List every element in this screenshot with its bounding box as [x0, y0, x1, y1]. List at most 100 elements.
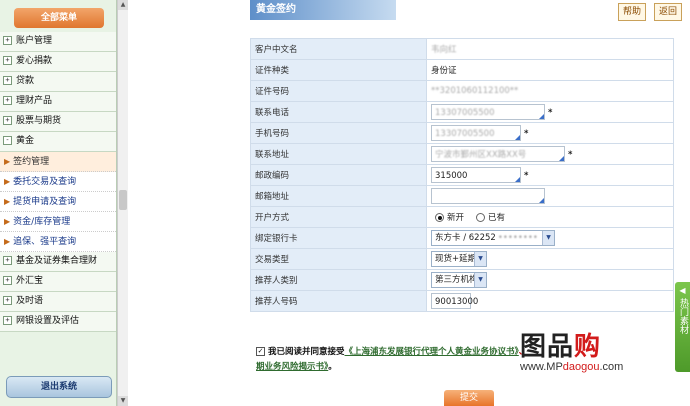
logout-button[interactable]: 退出系统	[6, 376, 112, 398]
address-input[interactable]: 宁波市鄞州区XX路XX号	[431, 146, 565, 162]
plus-icon: +	[3, 256, 12, 265]
address-text: 宁波市鄞州区XX路XX号	[435, 150, 527, 160]
zip-input[interactable]: 315000	[431, 167, 521, 183]
field-label: 开户方式	[250, 206, 427, 228]
sidebar-subitem-funds[interactable]: ▶ 资金/库存管理	[0, 212, 116, 232]
mobile-cell: 13307005500 *	[426, 122, 674, 144]
account-mode-cell: 新开 已有	[426, 206, 674, 228]
help-button[interactable]: 帮助	[618, 3, 646, 21]
sidebar-item-label: 账户管理	[16, 36, 53, 46]
watermark-logo: 图品购 www.MPdaogou.com	[520, 326, 680, 386]
mobile-input[interactable]: 13307005500	[431, 125, 521, 141]
table-row: 手机号码 13307005500 *	[250, 122, 674, 144]
plus-icon: +	[3, 76, 12, 85]
table-row: 联系电话 13307005500 *	[250, 101, 674, 123]
sidebar-item-fund[interactable]: + 基金及证券集合理财	[0, 252, 116, 272]
email-cell	[426, 185, 674, 207]
sidebar-subitem-trade[interactable]: ▶ 委托交易及查询	[0, 172, 116, 192]
minus-icon: -	[3, 136, 12, 145]
sidebar-menu: 全部菜单 + 账户管理 + 爱心捐款 + 贷款 + 理财产品 + 股票与期货 - 黄金 ▶ 签…	[0, 0, 117, 406]
table-row: 邮箱地址	[250, 185, 674, 207]
menu-list: + 账户管理 + 爱心捐款 + 贷款 + 理财产品 + 股票与期货 - 黄金 ▶ 签约管理 ▶…	[0, 32, 116, 332]
table-row: 推荐人号码 90013000	[250, 290, 674, 312]
phone-cell: 13307005500 *	[426, 101, 674, 123]
table-row: 证件种类 身份证	[250, 59, 674, 81]
trade-type-text: 现货+延期	[435, 254, 477, 264]
sidebar-item-label: 外汇宝	[16, 276, 44, 286]
chevron-down-icon: ▼	[474, 273, 486, 287]
phone-input[interactable]: 13307005500	[431, 104, 545, 120]
table-row: 推荐人类别 第三方机构 ▼	[250, 269, 674, 291]
sidebar-item-im[interactable]: + 及时语	[0, 292, 116, 312]
field-label: 手机号码	[250, 122, 427, 144]
sidebar-item-label: 贷款	[16, 76, 35, 86]
trade-type-cell: 现货+延期 ▼	[426, 248, 674, 270]
table-row: 联系地址 宁波市鄞州区XX路XX号 *	[250, 143, 674, 165]
address-cell: 宁波市鄞州区XX路XX号 *	[426, 143, 674, 165]
arrow-right-icon: ▶	[4, 157, 11, 166]
page-title: 黄金签约	[250, 0, 396, 20]
sidebar-item-settings[interactable]: + 网银设置及评估	[0, 312, 116, 332]
bank-card-text: 东方卡 / 62252	[435, 233, 496, 243]
sidebar-item-stocks[interactable]: + 股票与期货	[0, 112, 116, 132]
watermark-url-b: daogou	[562, 361, 600, 373]
plus-icon: +	[3, 96, 12, 105]
field-label: 邮箱地址	[250, 185, 427, 207]
email-input[interactable]	[431, 188, 545, 204]
field-label: 交易类型	[250, 248, 427, 270]
watermark-logo-b: 购	[574, 332, 602, 362]
scroll-thumb[interactable]	[119, 190, 127, 210]
sidebar-scrollbar[interactable]: ▲ ▼	[117, 0, 128, 406]
sidebar-subitem-label: 委托交易及查询	[13, 177, 77, 187]
chevron-down-icon: ▼	[474, 252, 486, 266]
radio-existing-label: 已有	[488, 213, 506, 223]
sidebar-item-wealth[interactable]: + 理财产品	[0, 92, 116, 112]
plus-icon: +	[3, 316, 12, 325]
sidebar-item-label: 基金及证券集合理财	[16, 256, 98, 266]
sidebar-item-forex[interactable]: + 外汇宝	[0, 272, 116, 292]
sidebar-subitem-margin[interactable]: ▶ 追保、强平查询	[0, 232, 116, 252]
radio-new[interactable]	[435, 213, 444, 222]
sidebar-subitem-signing[interactable]: ▶ 签约管理	[0, 152, 116, 172]
agree-checkbox[interactable]: ✓	[256, 347, 265, 356]
scroll-down-icon[interactable]: ▼	[118, 396, 128, 406]
agreement-link-2[interactable]: 期业务风险揭示书》	[256, 362, 328, 372]
radio-existing[interactable]	[476, 213, 486, 222]
submit-button[interactable]: 提交	[444, 390, 494, 406]
sidebar-item-account[interactable]: + 账户管理	[0, 32, 116, 52]
menu-title[interactable]: 全部菜单	[14, 8, 104, 28]
customer-name-text: 韦向红	[431, 45, 457, 55]
trade-type-select[interactable]: 现货+延期 ▼	[431, 251, 487, 267]
sidebar-item-donation[interactable]: + 爱心捐款	[0, 52, 116, 72]
zip-cell: 315000 *	[426, 164, 674, 186]
plus-icon: +	[3, 276, 12, 285]
referrer-type-text: 第三方机构	[435, 275, 478, 285]
field-label: 推荐人类别	[250, 269, 427, 291]
agreement-link-1[interactable]: 《上海浦东发展银行代理个人黄金业务协议书》	[345, 347, 519, 357]
form-table: 客户中文名 韦向红 证件种类 身份证 证件号码 **3201060112100*…	[250, 38, 674, 312]
sidebar-item-loan[interactable]: + 贷款	[0, 72, 116, 92]
sidebar-item-label: 网银设置及评估	[16, 316, 80, 326]
radio-new-label: 新开	[447, 213, 465, 223]
field-label: 证件号码	[250, 80, 427, 102]
bank-card-select[interactable]: 东方卡 / 62252 •••••••• ▼	[431, 230, 555, 246]
sidebar-item-label: 及时语	[16, 296, 44, 306]
sidebar-item-gold[interactable]: - 黄金	[0, 132, 116, 152]
referrer-type-select[interactable]: 第三方机构 ▼	[431, 272, 487, 288]
back-button[interactable]: 返回	[654, 3, 682, 21]
referrer-number-input[interactable]: 90013000	[431, 293, 478, 309]
field-label: 绑定银行卡	[250, 227, 427, 249]
sidebar-subitem-delivery[interactable]: ▶ 提货申请及查询	[0, 192, 116, 212]
scroll-up-icon[interactable]: ▲	[118, 0, 128, 10]
sidebar-subitem-label: 资金/库存管理	[13, 217, 71, 227]
watermark-url-c: .com	[599, 361, 624, 373]
arrow-right-icon: ▶	[4, 237, 11, 246]
signing-form: 客户中文名 韦向红 证件种类 身份证 证件号码 **3201060112100*…	[250, 38, 674, 312]
mobile-text: 13307005500	[435, 129, 495, 139]
sidebar-item-label: 理财产品	[16, 96, 53, 106]
table-row: 证件号码 **3201060112100**	[250, 80, 674, 102]
bank-card-masked: ••••••••	[497, 233, 538, 243]
agreement-suffix: 。	[328, 362, 337, 372]
required-mark: *	[524, 170, 529, 181]
field-label: 联系地址	[250, 143, 427, 165]
